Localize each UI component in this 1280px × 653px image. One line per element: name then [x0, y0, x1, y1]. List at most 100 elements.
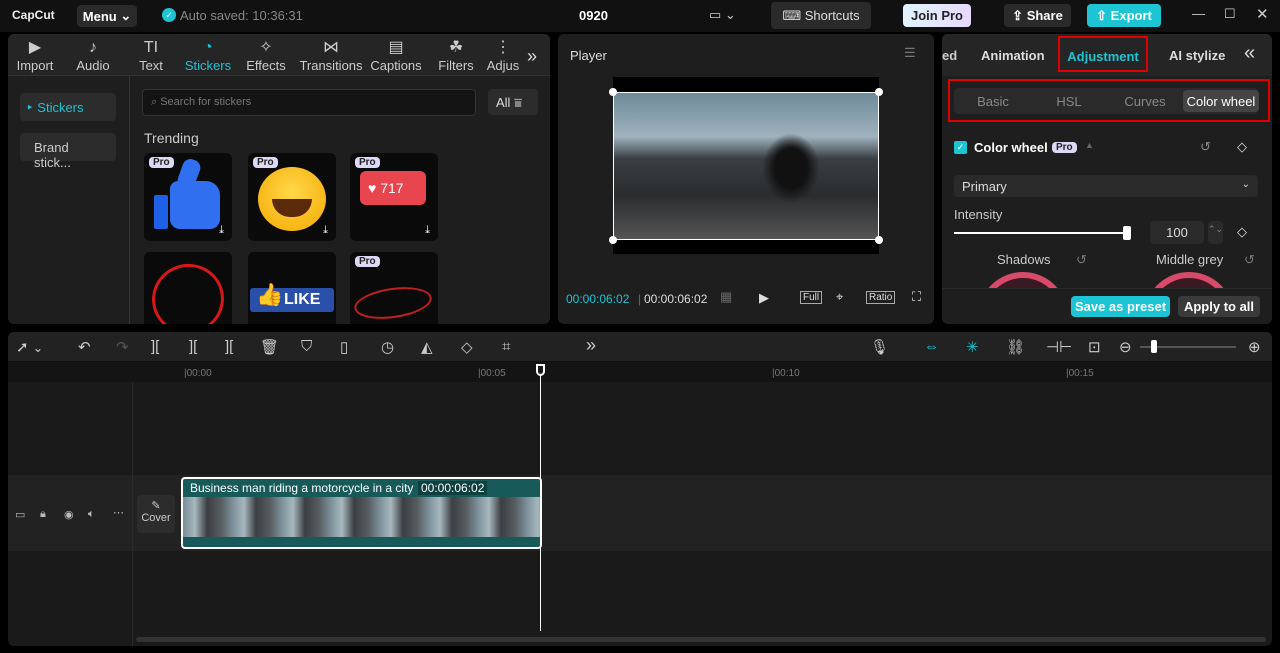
undo-icon[interactable]: ↶ [78, 338, 91, 356]
sticker-red-scribble[interactable]: Pro ⤓ [350, 252, 438, 324]
tab-speed[interactable]: ed [942, 48, 957, 63]
download-icon[interactable]: ⤓ [323, 323, 328, 324]
delete-icon[interactable]: 🗑︎ [260, 338, 279, 356]
download-icon[interactable]: ⤓ [425, 323, 430, 324]
microphone-icon[interactable]: 🎙︎ [870, 338, 889, 356]
join-pro-button[interactable]: Join Pro [903, 4, 971, 27]
more-icon[interactable]: ⋯ [113, 506, 124, 519]
mode-dropdown[interactable]: Primary ⌄ [954, 175, 1258, 197]
collapse-icon[interactable]: « [1244, 42, 1255, 65]
minimize-icon[interactable]: — [1192, 6, 1205, 21]
tab-filters[interactable]: ☘ Filters [427, 38, 485, 73]
menu-button[interactable]: Menu ⌄ [77, 5, 137, 27]
keyframe-icon[interactable]: ◇ [1237, 139, 1247, 155]
sticker-like-banner[interactable]: LIKE 👍 ⤓ [248, 252, 336, 324]
play-icon[interactable]: ▶ [759, 290, 769, 306]
shortcuts-button[interactable]: ⌨ Shortcuts [771, 2, 871, 29]
sticker-red-circle[interactable] [144, 252, 232, 324]
fit-icon[interactable]: ⊡ [1088, 338, 1101, 356]
keyframe-icon[interactable]: ◇ [1237, 224, 1247, 240]
download-icon[interactable]: ⤓ [219, 224, 224, 237]
horizontal-scrollbar[interactable] [136, 637, 1266, 642]
playhead-handle[interactable] [536, 364, 545, 376]
full-button[interactable]: Full [800, 291, 823, 304]
intensity-slider[interactable] [954, 232, 1128, 234]
reverse-icon[interactable]: ◷ [381, 338, 394, 356]
subtab-basic[interactable]: Basic [956, 90, 1030, 112]
color-wheel-checkbox[interactable]: ✓ [954, 141, 967, 154]
ratio-button[interactable]: Ratio [866, 291, 896, 304]
rotate-icon[interactable]: ◇ [461, 338, 473, 356]
tab-text[interactable]: TI Text [122, 38, 180, 73]
more-tabs-icon[interactable]: » [527, 46, 537, 67]
tab-adjustment[interactable]: ⋮ Adjus [482, 38, 524, 73]
tab-ai-stylize[interactable]: AI stylize [1169, 48, 1225, 63]
split-right-icon[interactable]: ][ [225, 338, 233, 355]
player-menu-icon[interactable]: ☰ [904, 45, 916, 61]
reset-icon[interactable]: ↺ [1244, 252, 1255, 268]
freeze-icon[interactable]: ▯ [340, 338, 348, 356]
tab-captions[interactable]: ▤ Captions [365, 38, 427, 73]
video-canvas[interactable] [609, 77, 883, 254]
sticker-thumbs-up[interactable]: Pro ⤓ [144, 153, 232, 241]
lock-icon[interactable]: 🔒︎ [40, 508, 46, 521]
zoom-out-icon[interactable]: ⊖ [1119, 338, 1132, 356]
zoom-in-icon[interactable]: ⊕ [1248, 338, 1261, 356]
split-icon[interactable]: ][ [151, 338, 159, 355]
resize-handle[interactable] [875, 88, 883, 96]
subtab-color-wheel[interactable]: Color wheel [1183, 90, 1259, 112]
filter-dropdown[interactable]: All ⩸ [488, 89, 538, 115]
layout-icon[interactable]: ▭ ⌄ [709, 7, 736, 23]
resize-handle[interactable] [875, 236, 883, 244]
stepper-icon[interactable]: ⌃⌄ [1208, 221, 1223, 244]
auto-snap-icon[interactable]: ✳ [966, 338, 979, 356]
intensity-input[interactable]: 100 [1150, 221, 1204, 244]
close-icon[interactable]: ✕ [1256, 5, 1269, 23]
tab-adjustment[interactable]: Adjustment [1058, 36, 1148, 72]
sidebar-item-stickers[interactable]: ‣ Stickers [20, 93, 116, 121]
tab-stickers[interactable]: ◔ Stickers [179, 38, 237, 73]
crop-icon[interactable]: ⌗ [502, 338, 510, 355]
reset-icon[interactable]: ↺ [1200, 139, 1211, 155]
resize-handle[interactable] [609, 236, 617, 244]
tab-animation[interactable]: Animation [981, 48, 1045, 63]
search-input[interactable]: ⌕ Search for stickers [142, 89, 476, 116]
save-preset-button[interactable]: Save as preset [1071, 296, 1170, 317]
reset-icon[interactable]: ↺ [1076, 252, 1087, 268]
subtab-hsl[interactable]: HSL [1032, 90, 1106, 112]
main-track-magnet-icon[interactable]: ⇔ [924, 338, 939, 355]
export-button[interactable]: ⇧ Export [1087, 4, 1161, 27]
waveform-icon[interactable]: ▦ [720, 289, 732, 305]
tab-import[interactable]: ▶ Import [8, 38, 64, 73]
redo-icon[interactable]: ↷ [116, 338, 129, 356]
audio-icon[interactable]: 🔈︎ [88, 508, 95, 521]
sidebar-item-brand-stickers[interactable]: Brand stick... [20, 133, 116, 170]
select-tool-icon[interactable]: ➚ ⌄ [16, 338, 43, 356]
cover-button[interactable]: ✎ Cover [137, 495, 175, 533]
tab-effects[interactable]: ✧ Effects [237, 38, 295, 73]
apply-all-button[interactable]: Apply to all [1178, 296, 1260, 317]
mirror-icon[interactable]: ◭ [421, 338, 433, 356]
playhead[interactable] [540, 366, 541, 631]
zoom-slider-handle[interactable] [1151, 340, 1157, 353]
collapse-arrow-icon[interactable]: ▲ [1085, 140, 1094, 150]
maximize-icon[interactable]: ☐ [1224, 6, 1236, 22]
video-clip[interactable]: Business man riding a motorcycle in a ci… [181, 477, 542, 549]
visibility-icon[interactable]: ◉ [64, 508, 74, 521]
split-left-icon[interactable]: ][ [189, 338, 197, 355]
subtab-curves[interactable]: Curves [1108, 90, 1182, 112]
download-icon[interactable]: ⤓ [323, 224, 328, 237]
fullscreen-icon[interactable]: ⛶ [912, 289, 921, 305]
sticker-laughing-emoji[interactable]: Pro ⤓ [248, 153, 336, 241]
more-tools-icon[interactable]: » [586, 335, 596, 356]
slider-handle[interactable] [1123, 226, 1131, 240]
tab-audio[interactable]: ♪ Audio [64, 38, 122, 73]
preview-axis-icon[interactable]: ⊣⊢ [1046, 338, 1072, 356]
resize-handle[interactable] [609, 88, 617, 96]
share-button[interactable]: ⇪ Share [1004, 4, 1071, 27]
tab-transitions[interactable]: ⋈ Transitions [298, 38, 364, 73]
screenshot-icon[interactable]: ⌖ [836, 289, 843, 305]
download-icon[interactable]: ⤓ [425, 224, 430, 237]
link-icon[interactable]: ⛓ [1006, 338, 1025, 356]
marker-icon[interactable]: ⛉ [301, 338, 312, 355]
